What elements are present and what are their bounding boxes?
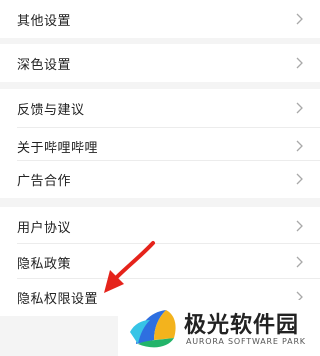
watermark-subtitle: AURORA SOFTWARE PARK (186, 337, 306, 346)
aurora-logo (130, 310, 176, 348)
settings-page: 其他设置 深色设置 反馈与建议 关于哔哩哔哩 广告合作 用户协议 隐私政策 隐私… (0, 0, 320, 356)
watermark: 极光软件园 AURORA SOFTWARE PARK (118, 300, 320, 356)
watermark-title: 极光软件园 (184, 313, 300, 338)
